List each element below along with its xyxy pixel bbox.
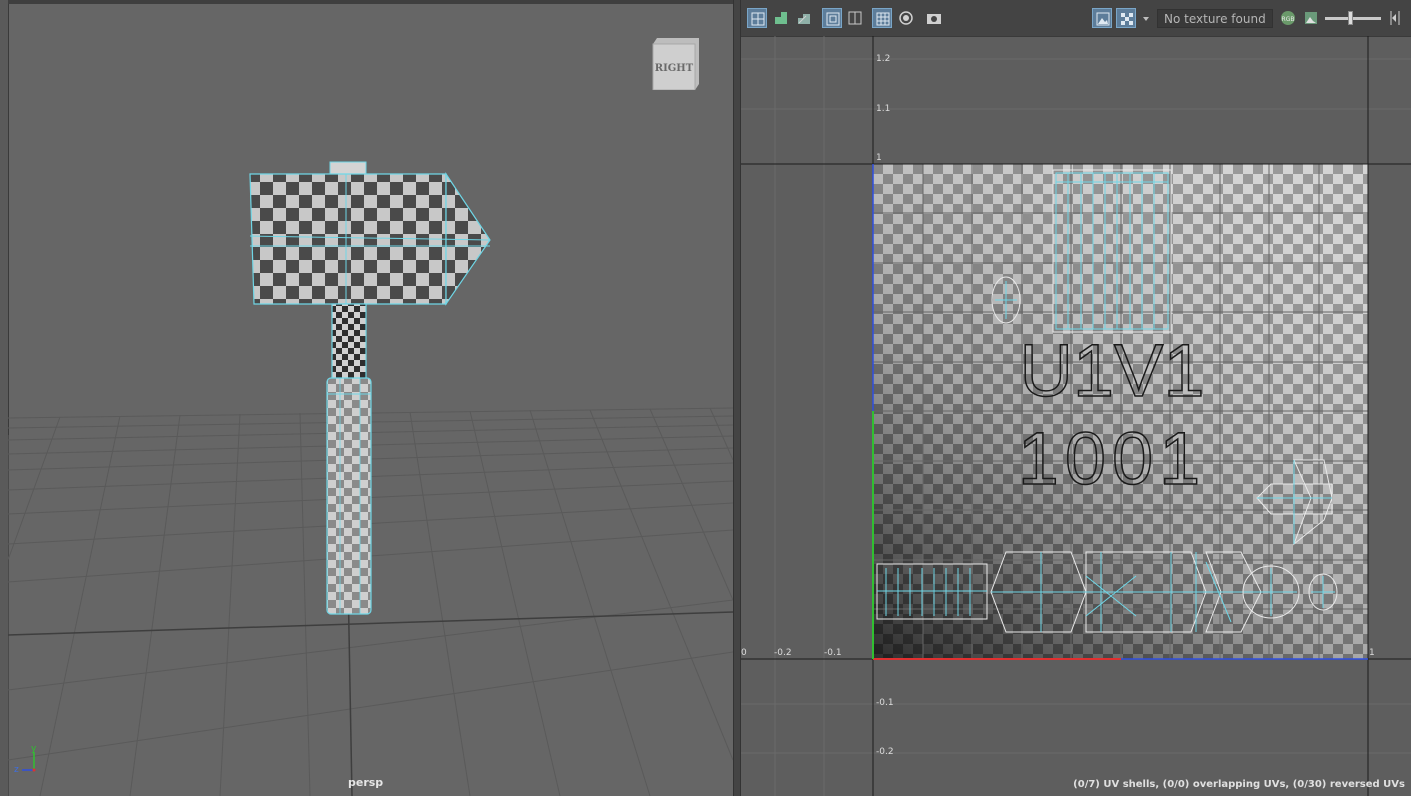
- uv-editor-panel[interactable]: No texture found RGB U1V1 1001 1.2 1.1 1…: [741, 0, 1411, 796]
- gamma-icon[interactable]: [1385, 8, 1405, 28]
- chevron-down-icon[interactable]: [1139, 8, 1153, 28]
- image-display-icon[interactable]: [1092, 8, 1112, 28]
- hammer-mesh: [249, 161, 491, 615]
- exposure-slider-track[interactable]: [1325, 17, 1381, 20]
- v-tick-label: 1: [876, 153, 882, 163]
- grid-frame-icon[interactable]: [845, 8, 865, 28]
- exposure-slider-handle[interactable]: [1348, 11, 1353, 25]
- v-tick-label: -0.1: [876, 698, 894, 708]
- perspective-viewport[interactable]: y z RIGHT persp: [0, 0, 736, 796]
- wireframe-icon[interactable]: [822, 8, 842, 28]
- viewcube[interactable]: RIGHT: [651, 38, 699, 90]
- axis-gizmo: y z: [14, 744, 37, 775]
- snapshot-icon[interactable]: [924, 8, 944, 28]
- v-tick-label: 1.1: [876, 104, 891, 114]
- axis-y-label: y: [31, 744, 37, 754]
- tile-uv-label: U1V1: [1019, 329, 1204, 412]
- u-tick-label: -0.2: [774, 648, 792, 658]
- uv-grid-icon[interactable]: [872, 8, 892, 28]
- axis-z-label: z: [14, 765, 19, 775]
- viewcube-face-label: RIGHT: [655, 63, 694, 74]
- u-tick-label: 1: [1369, 648, 1375, 658]
- v-tick-label: -0.2: [876, 747, 894, 757]
- uv-layout-icon[interactable]: [771, 8, 791, 28]
- distortion-icon[interactable]: [896, 8, 916, 28]
- u-tick-label: -0.1: [824, 648, 842, 658]
- camera-label: persp: [348, 776, 384, 789]
- texture-field[interactable]: No texture found: [1157, 9, 1273, 28]
- tile-udim-label: 1001: [1018, 417, 1207, 500]
- checker-tiles-icon[interactable]: [1116, 8, 1136, 28]
- uv-canvas[interactable]: U1V1 1001: [741, 36, 1411, 796]
- uv-shell-icon[interactable]: [747, 8, 767, 28]
- uv-toolbar: No texture found RGB: [741, 0, 1411, 37]
- rgb-icon-text: RGB: [1282, 16, 1295, 23]
- uv-stack-icon[interactable]: [794, 8, 814, 28]
- u-tick-label: 0: [741, 648, 747, 658]
- rgb-channels-icon[interactable]: RGB: [1278, 8, 1298, 28]
- panel-divider[interactable]: [733, 0, 741, 796]
- v-tick-label: 1.2: [876, 54, 891, 64]
- uv-status-line: (0/7) UV shells, (0/0) overlapping UVs, …: [1073, 779, 1405, 790]
- viewport-scene: y z: [7, 161, 734, 796]
- image-icon[interactable]: [1301, 8, 1321, 28]
